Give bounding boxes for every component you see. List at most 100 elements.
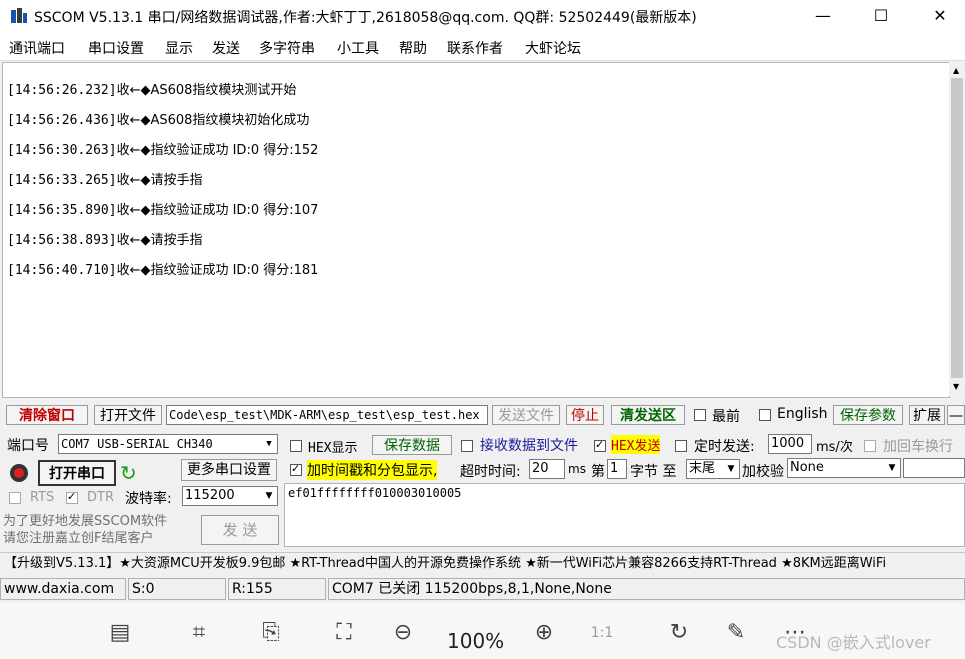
log-line: [14:56:30.263]收←◆指纹验证成功 ID:0 得分:152	[7, 143, 319, 158]
topmost-checkbox[interactable]	[694, 409, 706, 421]
menu-tools[interactable]: 小工具	[337, 38, 379, 58]
edit-icon[interactable]: ✎	[719, 619, 753, 647]
zoom-level: 100%	[447, 629, 505, 653]
timestamp-label: 加时间戳和分包显示,	[307, 460, 438, 480]
english-label: English	[777, 406, 828, 422]
actual-size-icon[interactable]: 1:1	[585, 619, 619, 647]
send-text: ef01ffffffff010003010005	[288, 486, 462, 500]
chevron-down-icon: ▼	[261, 435, 277, 453]
dtr-checkbox[interactable]	[66, 490, 78, 504]
collapse-button[interactable]: —	[947, 405, 965, 425]
nth-label: 第	[591, 464, 605, 480]
log-line: [14:56:26.436]收←◆AS608指纹模块初始化成功	[7, 113, 310, 128]
menu-multi-string[interactable]: 多字符串	[259, 38, 315, 58]
receive-log[interactable]: [14:56:26.232]收←◆AS608指纹模块测试开始 [14:56:26…	[2, 62, 950, 398]
vertical-scrollbar[interactable]: ▲ ▼	[949, 62, 965, 396]
menu-send[interactable]: 发送	[212, 38, 240, 58]
open-file-button[interactable]: 打开文件	[94, 405, 162, 425]
clear-window-button[interactable]: 清除窗口	[6, 405, 88, 425]
log-line: [14:56:33.265]收←◆请按手指	[7, 173, 203, 188]
send-button[interactable]: 发 送	[201, 515, 279, 545]
rts-label: RTS	[30, 490, 55, 505]
more-serial-settings-button[interactable]: 更多串口设置	[181, 459, 277, 481]
timeout-input[interactable]: 20	[529, 459, 565, 479]
zoom-out-icon[interactable]: ⊖	[386, 619, 420, 647]
title-bar: SSCOM V5.13.1 串口/网络数据调试器,作者:大虾丁丁,2618058…	[0, 0, 965, 32]
log-line: [14:56:26.232]收←◆AS608指纹模块测试开始	[7, 83, 297, 98]
scroll-up-icon[interactable]: ▲	[953, 66, 959, 75]
checksum-extra-field[interactable]	[903, 458, 965, 478]
menu-forum[interactable]: 大虾论坛	[525, 38, 581, 58]
refresh-icon[interactable]: ↻	[120, 461, 137, 485]
end-select[interactable]: 末尾 ▼	[686, 459, 740, 479]
menu-comm-port[interactable]: 通讯端口	[9, 38, 65, 58]
status-bar: www.daxia.com S:0 R:155 COM7 已关闭 115200b…	[0, 578, 965, 602]
chevron-down-icon: ▼	[884, 459, 900, 477]
menu-bar: 通讯端口 串口设置 显示 发送 多字符串 小工具 帮助 联系作者 大虾论坛	[0, 32, 965, 61]
dtr-label: DTR	[87, 490, 114, 505]
promo-text[interactable]: 为了更好地发展SSCOM软件 请您注册嘉立创F结尾客户	[3, 513, 167, 547]
news-ticker[interactable]: 【升级到V5.13.1】★大资源MCU开发板9.9包邮 ★RT-Thread中国…	[0, 552, 965, 575]
rotate-icon[interactable]: ↻	[662, 619, 696, 647]
byte-unit-label: 字节 至	[630, 464, 677, 480]
send-text-area[interactable]: ef01ffffffff010003010005	[284, 483, 965, 547]
log-line: [14:56:38.893]收←◆请按手指	[7, 233, 203, 248]
menu-help[interactable]: 帮助	[399, 38, 427, 58]
port-label: 端口号	[7, 438, 49, 454]
hex-display-checkbox[interactable]	[290, 440, 302, 452]
file-path-input[interactable]: Code\esp_test\MDK-ARM\esp_test\esp_test.…	[166, 405, 488, 425]
maximize-button[interactable]: ☐	[858, 0, 904, 32]
hex-send-checkbox[interactable]	[594, 438, 606, 452]
menu-serial-settings[interactable]: 串口设置	[88, 38, 144, 58]
app-logo-icon	[11, 8, 27, 23]
zoom-in-icon[interactable]: ⊕	[527, 619, 561, 647]
interval-input[interactable]: 1000	[768, 434, 812, 454]
timeout-label: 超时时间:	[460, 464, 521, 480]
english-checkbox[interactable]	[759, 409, 771, 421]
chevron-down-icon: ▼	[261, 487, 277, 505]
status-website[interactable]: www.daxia.com	[0, 578, 126, 600]
clear-send-button[interactable]: 清发送区	[611, 405, 685, 425]
viewer-toolbar: ▤ ⌗ ⎘ ⛶ ⊖ 100% ⊕ 1:1 ↻ ✎ ⋯ CSDN @嵌入式love…	[0, 603, 965, 659]
stop-button[interactable]: 停止	[566, 405, 604, 425]
close-button[interactable]: ✕	[917, 0, 963, 32]
add-crlf-checkbox[interactable]	[864, 440, 876, 452]
byte-index-input[interactable]: 1	[607, 459, 627, 479]
status-sent-count: S:0	[128, 578, 226, 600]
extract-icon[interactable]: ⎘	[254, 619, 288, 647]
timed-send-checkbox[interactable]	[675, 440, 687, 452]
menu-contact-author[interactable]: 联系作者	[447, 38, 503, 58]
rts-checkbox[interactable]	[9, 492, 21, 504]
hex-display-label: HEX显示	[308, 441, 358, 456]
layout-icon[interactable]: ▤	[103, 619, 137, 647]
checksum-select[interactable]: None ▼	[787, 458, 901, 478]
timeout-unit-label: ms	[568, 462, 586, 476]
checksum-label: 加校验	[742, 464, 784, 480]
open-port-button[interactable]: 打开串口	[38, 460, 116, 486]
expand-button[interactable]: 扩展	[909, 405, 945, 425]
scrollbar-thumb[interactable]	[951, 78, 963, 378]
hex-send-label: HEX发送	[611, 435, 661, 454]
timestamp-checkbox[interactable]	[290, 462, 302, 476]
save-params-button[interactable]: 保存参数	[833, 405, 903, 425]
crop-icon[interactable]: ⛶	[327, 619, 361, 647]
add-crlf-label: 加回车换行	[883, 439, 953, 455]
save-data-button[interactable]: 保存数据	[372, 435, 452, 455]
baud-rate-select[interactable]: 115200 ▼	[182, 486, 278, 506]
baud-label: 波特率:	[125, 491, 172, 507]
interval-unit-label: ms/次	[816, 440, 853, 455]
minimize-button[interactable]: —	[800, 0, 846, 32]
recv-to-file-checkbox[interactable]	[461, 440, 473, 452]
scroll-down-icon[interactable]: ▼	[953, 382, 959, 391]
window-title: SSCOM V5.13.1 串口/网络数据调试器,作者:大虾丁丁,2618058…	[34, 10, 697, 26]
recv-to-file-label: 接收数据到文件	[480, 438, 578, 454]
log-line: [14:56:40.710]收←◆指纹验证成功 ID:0 得分:181	[7, 263, 319, 278]
menu-display[interactable]: 显示	[165, 38, 193, 58]
send-file-button[interactable]: 发送文件	[492, 405, 560, 425]
timed-send-label: 定时发送:	[694, 439, 755, 455]
port-select[interactable]: COM7 USB-SERIAL CH340 ▼	[58, 434, 278, 454]
status-recv-count: R:155	[228, 578, 326, 600]
topmost-label: 最前	[712, 409, 740, 425]
watermark-text: CSDN @嵌入式lover	[776, 633, 931, 652]
ocr-icon[interactable]: ⌗	[182, 619, 216, 647]
